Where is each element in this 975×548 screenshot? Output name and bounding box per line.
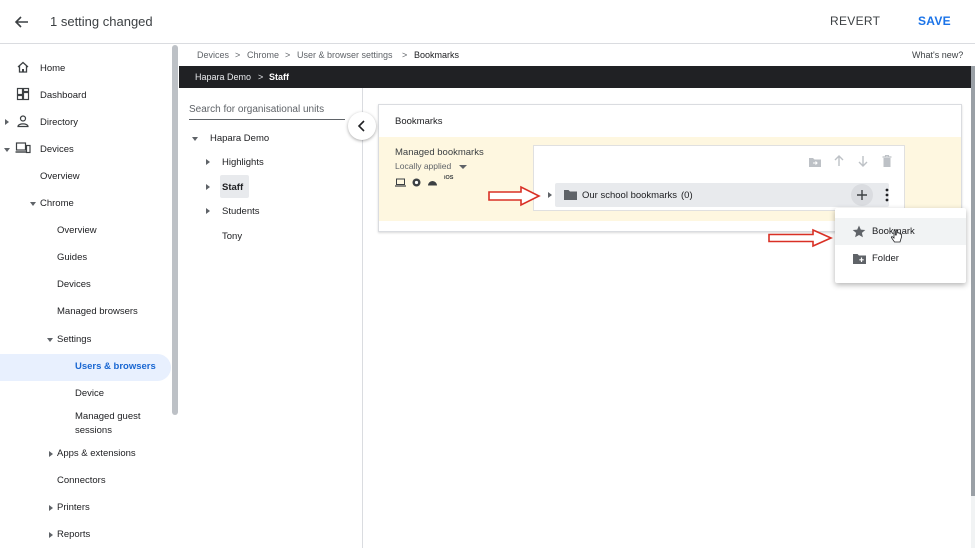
- menu-item-folder[interactable]: Folder: [835, 245, 966, 272]
- page-title: 1 setting changed: [50, 14, 153, 29]
- expand-arrow-icon[interactable]: [206, 159, 210, 165]
- org-bar-root[interactable]: Hapara Demo: [195, 72, 251, 82]
- expand-arrow-icon[interactable]: [548, 192, 552, 198]
- nav-item-chrome-overview[interactable]: Overview: [57, 225, 97, 236]
- home-icon: [16, 60, 30, 79]
- whats-new-link[interactable]: What's new?: [912, 50, 963, 60]
- nav-item-apps-extensions[interactable]: Apps & extensions: [57, 448, 136, 459]
- org-bar-current: Staff: [269, 72, 289, 82]
- folder-name: Our school bookmarks: [582, 190, 678, 201]
- expand-arrow-icon[interactable]: [206, 208, 210, 214]
- chevron-left-icon: [357, 120, 365, 132]
- org-bar-separator: >: [258, 72, 264, 82]
- org-search-input[interactable]: Search for organisational units: [189, 104, 345, 120]
- collapse-panel-button[interactable]: [348, 112, 376, 140]
- dashboard-icon: [16, 87, 30, 106]
- nav-item-chrome-devices[interactable]: Devices: [57, 279, 91, 290]
- breadcrumb-devices[interactable]: Devices: [197, 50, 229, 60]
- annotation-arrow-icon: [487, 185, 541, 212]
- back-arrow-icon[interactable]: [12, 12, 32, 32]
- nav-scrollbar[interactable]: [172, 45, 178, 415]
- expand-arrow-icon[interactable]: [206, 184, 210, 190]
- breadcrumb-separator: >: [402, 50, 408, 60]
- more-options-button[interactable]: [882, 186, 892, 204]
- folder-icon: [563, 188, 578, 206]
- expand-arrow-icon[interactable]: [49, 451, 53, 457]
- bookmark-folder-row[interactable]: Our school bookmarks (0): [548, 183, 889, 207]
- collapse-arrow-icon[interactable]: [47, 338, 53, 342]
- nav-item-dashboard[interactable]: Dashboard: [40, 90, 86, 101]
- nav-item-chrome[interactable]: Chrome: [40, 198, 74, 209]
- breadcrumb-user-browser-settings[interactable]: User & browser settings: [297, 50, 393, 60]
- add-menu: Bookmark Folder: [835, 208, 966, 283]
- breadcrumb-separator: >: [235, 50, 241, 60]
- add-button[interactable]: [851, 184, 873, 206]
- tree-item-highlights[interactable]: Highlights: [222, 157, 264, 168]
- breadcrumb-bookmarks: Bookmarks: [414, 50, 460, 60]
- tree-item-tony[interactable]: Tony: [222, 231, 242, 242]
- revert-button[interactable]: REVERT: [830, 14, 880, 28]
- kebab-menu-icon: [885, 188, 889, 202]
- add-folder-icon: [852, 252, 867, 270]
- nav-item-reports[interactable]: Reports: [57, 529, 90, 540]
- dropdown-caret-icon[interactable]: [459, 165, 467, 169]
- setting-label: Managed bookmarks: [395, 147, 484, 158]
- org-tree-panel: Search for organisational units Hapara D…: [179, 88, 363, 548]
- nav-item-settings[interactable]: Settings: [57, 334, 91, 345]
- star-icon: [852, 225, 866, 243]
- nav-item-printers[interactable]: Printers: [57, 502, 90, 513]
- tree-item-students[interactable]: Students: [222, 206, 260, 217]
- menu-item-bookmark[interactable]: Bookmark: [835, 218, 966, 245]
- tree-item-staff[interactable]: Staff: [222, 182, 243, 193]
- main-scrollbar-thumb[interactable]: [971, 66, 975, 496]
- chrome-icon: [412, 174, 421, 192]
- expand-arrow-icon[interactable]: [49, 532, 53, 538]
- laptop-icon: [395, 174, 406, 192]
- save-button[interactable]: SAVE: [918, 14, 951, 28]
- nav-item-directory[interactable]: Directory: [40, 117, 78, 128]
- collapse-arrow-icon[interactable]: [192, 137, 198, 141]
- collapse-arrow-icon[interactable]: [30, 202, 36, 206]
- nav-item-device[interactable]: Device: [75, 388, 104, 399]
- nav-item-users-browsers[interactable]: Users & browsers: [75, 361, 156, 372]
- card-title: Bookmarks: [395, 116, 443, 127]
- nav-item-managed-browsers[interactable]: Managed browsers: [57, 306, 138, 317]
- ios-icon: iOS: [444, 175, 454, 181]
- nav-item-connectors[interactable]: Connectors: [57, 475, 106, 486]
- annotation-arrow-icon: [767, 228, 833, 253]
- top-app-bar: 1 setting changed REVERT SAVE: [0, 0, 975, 44]
- nav-item-devices-overview[interactable]: Overview: [40, 171, 80, 182]
- nav-item-home[interactable]: Home: [40, 63, 65, 74]
- expand-arrow-icon[interactable]: [5, 119, 9, 125]
- nav-item-managed-guest-line2[interactable]: sessions: [75, 425, 112, 436]
- breadcrumb-chrome[interactable]: Chrome: [247, 50, 279, 60]
- expand-arrow-icon[interactable]: [49, 505, 53, 511]
- tree-item-hapara-demo[interactable]: Hapara Demo: [210, 133, 269, 144]
- android-icon: [427, 174, 438, 192]
- left-navigation: Home Dashboard Directory Devices Overvie…: [0, 45, 179, 548]
- plus-icon: [857, 190, 867, 200]
- bookmark-tree: Our school bookmarks (0): [533, 146, 905, 212]
- folder-count: (0): [681, 190, 693, 201]
- org-unit-bar: Hapara Demo > Staff: [179, 66, 971, 88]
- devices-icon: [15, 141, 31, 160]
- breadcrumb-separator: >: [285, 50, 291, 60]
- breadcrumb: Devices > Chrome > User & browser settin…: [179, 45, 975, 65]
- menu-item-label: Folder: [872, 253, 899, 264]
- person-icon: [16, 114, 30, 133]
- nav-item-devices[interactable]: Devices: [40, 144, 74, 155]
- nav-item-managed-guest-line1[interactable]: Managed guest: [75, 411, 141, 422]
- collapse-arrow-icon[interactable]: [4, 148, 10, 152]
- nav-item-guides[interactable]: Guides: [57, 252, 87, 263]
- applied-status[interactable]: Locally applied: [395, 161, 451, 171]
